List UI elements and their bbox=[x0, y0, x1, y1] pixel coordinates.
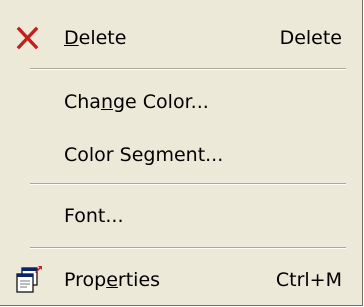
menu-item-change-color[interactable]: Change Color... bbox=[0, 84, 362, 120]
menu-separator bbox=[30, 68, 346, 70]
menu-item-label: Color Segment... bbox=[64, 144, 224, 166]
menu-item-label: Font... bbox=[64, 205, 124, 227]
menu-item-color-segment[interactable]: Color Segment... bbox=[0, 137, 362, 173]
context-menu: Delete Delete Change Color... Color Segm… bbox=[0, 0, 363, 306]
menu-item-font[interactable]: Font... bbox=[0, 198, 362, 234]
menu-item-label: Change Color... bbox=[64, 91, 209, 113]
properties-icon bbox=[16, 266, 42, 293]
menu-item-label: Properties bbox=[64, 269, 161, 291]
menu-separator bbox=[30, 247, 346, 249]
menu-separator bbox=[30, 183, 346, 185]
menu-item-delete[interactable]: Delete Delete bbox=[0, 20, 362, 56]
menu-item-shortcut: Delete bbox=[279, 27, 342, 49]
menu-item-label: Delete bbox=[64, 27, 127, 49]
delete-x-icon bbox=[16, 26, 39, 50]
menu-item-shortcut: Ctrl+M bbox=[275, 269, 342, 291]
menu-item-properties[interactable]: Properties Ctrl+M bbox=[0, 262, 362, 298]
